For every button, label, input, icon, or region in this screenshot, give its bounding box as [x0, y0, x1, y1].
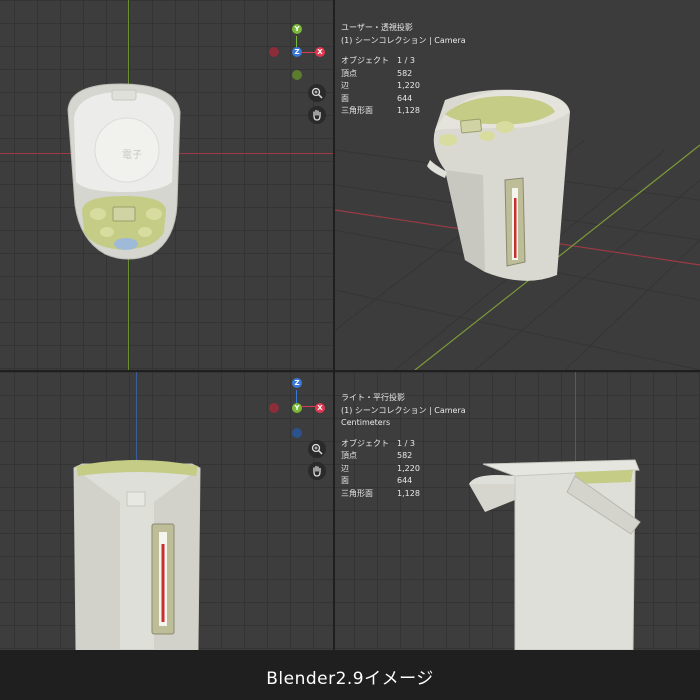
svg-text:電子: 電子	[122, 149, 142, 161]
caption-text: Blender2.9イメージ	[266, 669, 434, 689]
x-axis-handle[interactable]: X	[315, 403, 325, 413]
blender-quad-view: 電子 Y X Z ユーザー・透視投影 (1) シーンコレクション | Camer…	[0, 0, 700, 700]
right-viewport[interactable]: ライト・平行投影 (1) シーンコレクション | Camera Centimet…	[335, 372, 700, 650]
collection-label: (1) シーンコレクション | Camera	[341, 405, 466, 415]
axis-gizmo[interactable]: Z X Y	[265, 376, 333, 440]
neg-z-axis-handle[interactable]	[292, 428, 302, 438]
collection-label: (1) シーンコレクション | Camera	[341, 35, 466, 45]
stat-row: 辺 1,220	[341, 463, 420, 473]
zoom-button[interactable]	[308, 84, 326, 102]
front-viewport[interactable]: Z X Y	[0, 372, 333, 650]
stat-row: 面 644	[341, 93, 413, 103]
stat-row: 辺 1,220	[341, 81, 420, 90]
view-title: ライト・平行投影	[341, 393, 405, 402]
stat-row: 三角形面 1,128	[341, 106, 420, 115]
perspective-viewport[interactable]: ユーザー・透視投影 (1) シーンコレクション | Camera オブジェクト 1…	[335, 0, 700, 370]
y-axis-handle[interactable]: Y	[292, 24, 302, 34]
stat-row: オブジェクト 1 / 3	[341, 56, 415, 65]
pan-button[interactable]	[308, 106, 326, 124]
right-info-overlay: ライト・平行投影 (1) シーンコレクション | Camera Centimet…	[341, 392, 466, 500]
y-axis-handle[interactable]: Y	[292, 403, 302, 413]
stat-row: 面 644	[341, 476, 413, 485]
perspective-info-overlay: ユーザー・透視投影 (1) シーンコレクション | Camera オブジェクト 1…	[341, 22, 466, 118]
stat-row: 頂点 582	[341, 451, 413, 460]
neg-y-axis-handle[interactable]	[292, 70, 302, 80]
stat-row: オブジェクト 1 / 3	[341, 438, 415, 448]
units-label: Centimeters	[341, 418, 391, 427]
stat-row: 頂点 582	[341, 68, 413, 78]
zoom-icon	[311, 443, 323, 455]
hand-pan-icon	[313, 465, 321, 477]
stat-row: 三角形面 1,128	[341, 488, 420, 498]
z-axis-handle[interactable]: Z	[292, 47, 302, 57]
neg-x-axis-handle[interactable]	[269, 403, 279, 413]
z-axis-handle[interactable]: Z	[292, 378, 302, 388]
neg-x-axis-handle[interactable]	[269, 47, 279, 57]
zoom-icon	[311, 87, 323, 99]
hand-pan-icon	[313, 109, 321, 121]
pan-button[interactable]	[308, 462, 326, 480]
view-title: ユーザー・透視投影	[341, 23, 413, 32]
x-axis-handle[interactable]: X	[315, 47, 325, 57]
zoom-button[interactable]	[308, 440, 326, 458]
axis-gizmo[interactable]: Y X Z	[265, 22, 333, 82]
top-viewport[interactable]: 電子 Y X Z	[0, 0, 333, 370]
